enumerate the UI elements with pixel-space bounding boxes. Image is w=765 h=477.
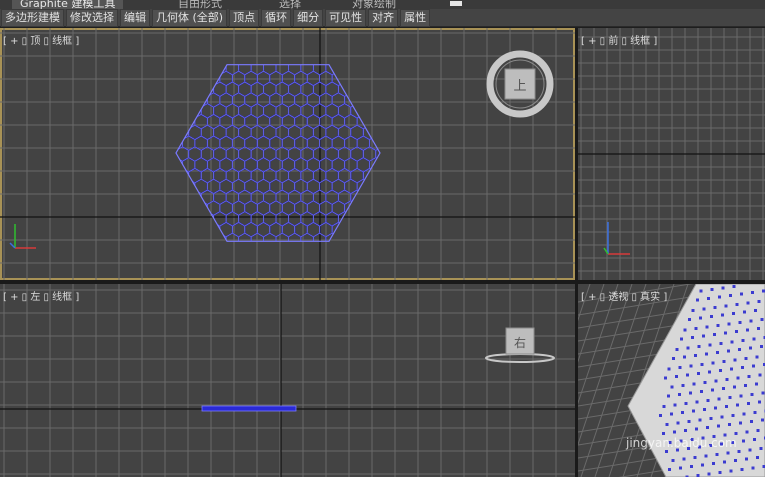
viewport-left-label[interactable]: [ + ▯ 左 ▯ 线框 ] <box>3 288 79 303</box>
left-viewcube[interactable]: 右 <box>485 327 555 363</box>
viewport-perspective[interactable]: [ + ▯ 透视 ▯ 真实 ] jingyan.baidu.com <box>578 284 765 477</box>
viewcube-face-label: 右 <box>514 335 526 350</box>
hexagon-edge-profile[interactable] <box>201 405 297 412</box>
viewcube-face-label: 上 <box>513 79 526 94</box>
viewport-left[interactable]: 右 [ + ▯ 左 ▯ 线框 ] <box>0 284 575 477</box>
tool-vertices[interactable]: 顶点 <box>229 8 260 27</box>
tool-geometry-all[interactable]: 几何体 (全部) <box>152 8 228 27</box>
tool-align[interactable]: 对齐 <box>368 8 399 27</box>
front-grid <box>578 28 765 280</box>
tool-subdivision[interactable]: 细分 <box>293 8 324 27</box>
ribbon-toolbar: 多边形建模 修改选择 编辑 几何体 (全部) 顶点 循环 细分 可见性 对齐 属… <box>0 8 765 27</box>
front-axis-gizmo-icon <box>603 222 630 255</box>
top-viewcube[interactable]: 上 <box>486 50 554 118</box>
left-grid <box>0 284 575 477</box>
viewport-top-label[interactable]: [ + ▯ 顶 ▯ 线框 ] <box>3 32 79 47</box>
ribbon-minimize-icon[interactable] <box>450 1 462 6</box>
left-viewport-canvas: 右 <box>0 284 575 477</box>
tool-visibility[interactable]: 可见性 <box>325 8 367 27</box>
viewport-area: 上 [ + ▯ 顶 ▯ 线框 ] [ + ▯ 前 ▯ 线框 ] 右 [+ ▯ … <box>0 28 765 477</box>
viewport-front-label[interactable]: [ + ▯ 前 ▯ 线框 ] <box>581 32 657 47</box>
viewport-top[interactable]: 上 [ + ▯ 顶 ▯ 线框 ] <box>0 28 575 280</box>
tool-edit[interactable]: 编辑 <box>120 8 150 27</box>
top-axis-gizmo-icon <box>9 224 36 249</box>
viewport-perspective-label[interactable]: [ + ▯ 透视 ▯ 真实 ] <box>581 288 667 303</box>
tool-loops[interactable]: 循环 <box>261 8 292 27</box>
front-viewport-canvas <box>578 28 765 280</box>
viewport-front[interactable]: [ + ▯ 前 ▯ 线框 ] <box>578 28 765 280</box>
tool-properties[interactable]: 属性 <box>400 8 431 27</box>
top-grid <box>0 28 575 280</box>
viewcube-ring-icon[interactable] <box>485 353 555 363</box>
tool-polygon-modeling[interactable]: 多边形建模 <box>1 8 64 27</box>
hexagon-wireframe-mesh[interactable] <box>151 28 444 280</box>
top-viewport-canvas: 上 <box>0 28 575 280</box>
watermark-text: jingyan.baidu.com <box>626 436 737 450</box>
tool-modify-selection[interactable]: 修改选择 <box>66 8 118 27</box>
